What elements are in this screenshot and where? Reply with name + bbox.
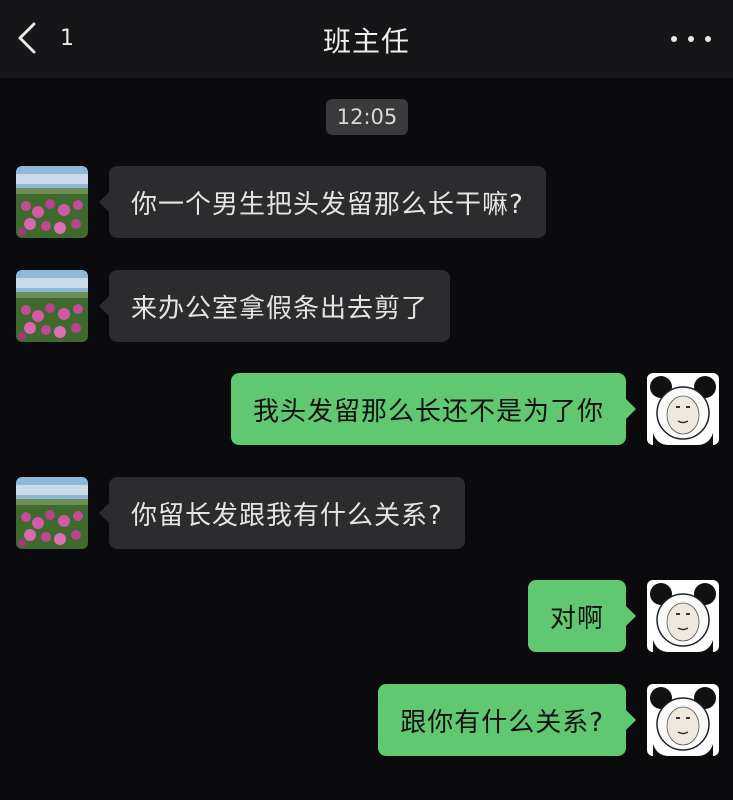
sender-avatar[interactable]	[16, 477, 88, 549]
flower-field-avatar-icon	[16, 270, 88, 342]
message-bubble-incoming[interactable]: 你留长发跟我有什么关系?	[99, 477, 465, 549]
panda-meme-avatar-icon	[647, 684, 719, 756]
message-bubble-incoming[interactable]: 你一个男生把头发留那么长干嘛?	[99, 166, 546, 238]
message-bubble-outgoing[interactable]: 我头发留那么长还不是为了你	[230, 373, 637, 445]
more-dot-icon	[671, 36, 677, 42]
panda-meme-avatar-icon	[647, 373, 719, 445]
chat-title: 班主任	[322, 25, 410, 58]
chat-header: 1 班主任	[0, 0, 733, 78]
more-options-button[interactable]	[671, 24, 711, 54]
message-bubble-outgoing[interactable]: 对啊	[527, 580, 637, 652]
sender-avatar[interactable]	[16, 166, 88, 238]
message-bubble-incoming[interactable]: 来办公室拿假条出去剪了	[98, 270, 451, 342]
message-bubble-outgoing[interactable]: 跟你有什么关系?	[378, 684, 636, 756]
sender-avatar[interactable]	[16, 270, 88, 342]
more-dot-icon	[705, 36, 711, 42]
panda-meme-avatar-icon	[647, 580, 719, 652]
flower-field-avatar-icon	[16, 477, 88, 549]
self-avatar[interactable]	[647, 373, 719, 445]
self-avatar[interactable]	[647, 580, 719, 652]
flower-field-avatar-icon	[16, 166, 88, 238]
timestamp-badge: 12:05	[326, 99, 408, 135]
more-dot-icon	[688, 36, 694, 42]
self-avatar[interactable]	[647, 684, 719, 756]
